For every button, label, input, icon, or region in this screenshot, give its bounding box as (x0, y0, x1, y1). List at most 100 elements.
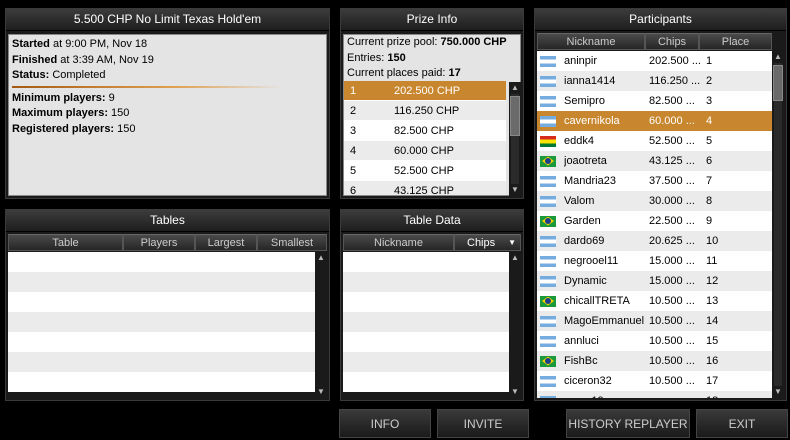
prize-row[interactable]: 1 202.500 CHP (344, 81, 506, 101)
tables-list[interactable] (8, 252, 315, 398)
participant-row[interactable]: joaotreta 43.125 ... 6 (537, 151, 772, 171)
info-button[interactable]: INFO (339, 409, 431, 438)
exit-button[interactable]: EXIT (696, 409, 788, 438)
scroll-up-icon[interactable]: ▲ (509, 82, 521, 94)
participant-chips: 15.000 ... (649, 255, 695, 267)
prize-row[interactable]: 5 52.500 CHP (344, 161, 506, 181)
scroll-up-icon[interactable]: ▲ (772, 51, 784, 63)
empty-row (8, 332, 315, 352)
table-data-list[interactable] (343, 252, 509, 398)
col-smallest[interactable]: Smallest (257, 234, 327, 251)
info-divider (12, 85, 282, 88)
sort-down-icon: ▼ (508, 238, 516, 247)
participant-chips: 10.500 ... (649, 335, 695, 347)
participant-row[interactable]: dardo69 20.625 ... 10 (537, 231, 772, 251)
scroll-up-icon[interactable]: ▲ (315, 252, 327, 264)
participant-place: 14 (706, 315, 719, 327)
prize-row[interactable]: 2 116.250 CHP (344, 101, 506, 121)
finished-value: at 3:39 AM, Nov 19 (57, 53, 154, 66)
scroll-thumb[interactable] (773, 65, 783, 101)
tournament-info-panel: 5.500 CHP No Limit Texas Hold'em Started… (5, 8, 330, 199)
participant-nickname: Mandria23 (564, 175, 616, 187)
empty-row (343, 312, 509, 332)
prize-amount: 43.125 CHP (394, 185, 454, 195)
scroll-down-icon[interactable]: ▼ (509, 386, 521, 398)
participant-place: 12 (706, 275, 719, 287)
participant-chips: 22.500 ... (649, 215, 695, 227)
tables-scrollbar[interactable]: ▲ ▼ (315, 252, 327, 398)
participant-row[interactable]: ianna1414 116.250 ... 2 (537, 71, 772, 91)
participant-row[interactable]: eddk4 52.500 ... 5 (537, 131, 772, 151)
col-largest[interactable]: Largest (195, 234, 257, 251)
participant-chips: 43.125 ... (649, 155, 695, 167)
participant-row[interactable]: ciceron32 10.500 ... 17 (537, 371, 772, 391)
participant-row[interactable]: annluci 10.500 ... 15 (537, 331, 772, 351)
places-paid-label: Current places paid: (347, 67, 449, 79)
scroll-down-icon[interactable]: ▼ (509, 184, 521, 196)
participant-row[interactable]: chicallTRETA 10.500 ... 13 (537, 291, 772, 311)
empty-row (343, 372, 509, 392)
col-nickname[interactable]: Nickname (343, 234, 454, 251)
participant-row[interactable]: cavernikola 60.000 ... 4 (537, 111, 772, 131)
prize-row[interactable]: 4 60.000 CHP (344, 141, 506, 161)
participant-row[interactable]: Semipro 82.500 ... 3 (537, 91, 772, 111)
places-paid-line: Current places paid: 17 (347, 66, 517, 82)
status-label: Status: (12, 69, 50, 81)
empty-row (8, 312, 315, 332)
registered-players-label: Registered players: (12, 122, 115, 135)
country-flag-icon (540, 135, 556, 147)
prize-place: 6 (350, 185, 357, 195)
country-flag-icon (540, 315, 556, 327)
participant-chips: 10.500 ... (649, 315, 695, 327)
participant-nickname: Valom (564, 195, 595, 207)
status-value: Completed (49, 69, 106, 81)
scroll-down-icon[interactable]: ▼ (772, 386, 784, 398)
country-flag-icon (540, 335, 556, 347)
participant-place: 16 (706, 355, 719, 367)
participant-place: 1 (706, 55, 713, 67)
participant-row[interactable]: FishBc 10.500 ... 16 (537, 351, 772, 371)
col-chips[interactable]: Chips ▼ (454, 234, 521, 251)
participants-list[interactable]: aninpir 202.500 ... 1 ianna1414 116.250 ... 2… (537, 51, 772, 398)
invite-button[interactable]: INVITE (437, 409, 529, 438)
table-data-scrollbar[interactable]: ▲ ▼ (509, 252, 521, 398)
history-replayer-button[interactable]: HISTORY REPLAYER (566, 409, 690, 438)
scroll-track[interactable] (774, 63, 782, 386)
scroll-up-icon[interactable]: ▲ (509, 252, 521, 264)
col-participant-place[interactable]: Place (699, 33, 772, 50)
entries-line: Entries: 150 (347, 51, 517, 67)
col-table[interactable]: Table (8, 234, 123, 251)
max-players-line: Maximum players: 150 (12, 106, 323, 122)
registered-players-value: 150 (114, 122, 136, 135)
participant-row[interactable]: Garden 22.500 ... 9 (537, 211, 772, 231)
participant-nickname: eddk4 (564, 135, 594, 147)
col-participant-chips[interactable]: Chips (645, 33, 699, 50)
participant-row[interactable]: Mandria23 37.500 ... 7 (537, 171, 772, 191)
col-players[interactable]: Players (123, 234, 195, 251)
participant-row[interactable]: Dynamic 15.000 ... 12 (537, 271, 772, 291)
scroll-down-icon[interactable]: ▼ (315, 386, 327, 398)
participant-row[interactable]: MagoEmmanuel 10.500 ... 14 (537, 311, 772, 331)
scroll-thumb[interactable] (510, 96, 520, 136)
participant-row[interactable]: aninpir 202.500 ... 1 (537, 51, 772, 71)
participant-chips: 116.250 ... (649, 75, 701, 87)
participant-chips: 202.500 ... (649, 55, 701, 67)
empty-row (8, 292, 315, 312)
prize-list[interactable]: 1 202.500 CHP 2 116.250 CHP 3 82.500 CHP 4 60.0… (344, 81, 506, 195)
prize-scrollbar[interactable]: ▲ ▼ (509, 82, 521, 196)
prize-row[interactable]: 3 82.500 CHP (344, 121, 506, 141)
empty-row (8, 272, 315, 292)
participant-place: 15 (706, 335, 719, 347)
participant-row[interactable]: carpo19 18 (537, 391, 772, 398)
col-chips-label: Chips (467, 237, 496, 249)
prize-row[interactable]: 6 43.125 CHP (344, 181, 506, 195)
participant-row[interactable]: negrooel11 15.000 ... 11 (537, 251, 772, 271)
participant-nickname: ianna1414 (564, 75, 616, 87)
participants-panel: Participants Nickname Chips Place aninpi… (534, 8, 787, 401)
participants-scrollbar[interactable]: ▲ ▼ (772, 51, 784, 398)
table-data-header: Nickname Chips ▼ (343, 234, 521, 251)
participant-row[interactable]: Valom 30.000 ... 8 (537, 191, 772, 211)
col-participant-nickname[interactable]: Nickname (537, 33, 645, 50)
prize-place: 2 (350, 105, 357, 117)
min-players-label: Minimum players: (12, 91, 106, 104)
